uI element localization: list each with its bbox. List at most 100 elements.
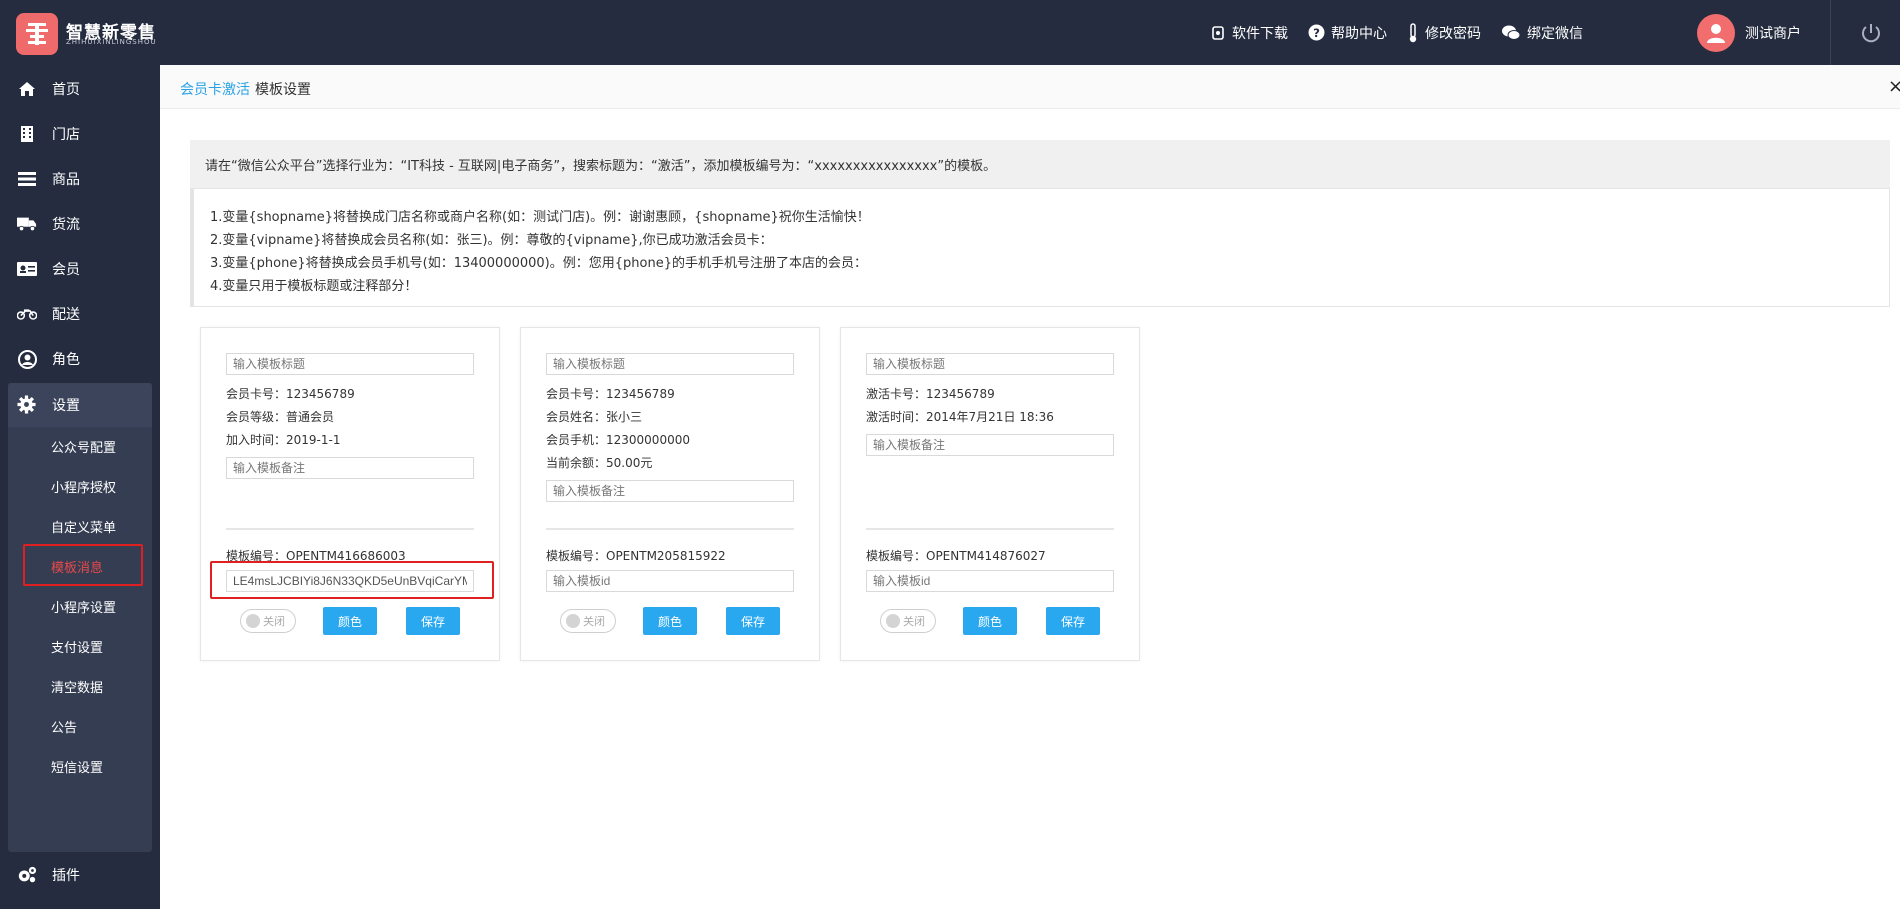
card-field-line: 加入时间：2019-1-1 — [226, 433, 341, 447]
logout-button[interactable] — [1860, 22, 1882, 48]
variable-tips: 1.变量{shopname}将替换成门店名称或商户名称(如：测试门店)。例：谢谢… — [190, 188, 1890, 307]
template-card-recharge: 会员卡号：123456789 会员姓名：张小三 会员手机：12300000000… — [520, 327, 820, 661]
tip-line: 2.变量{vipname}将替换成会员名称(如：张三)。例：尊敬的{vipnam… — [210, 233, 773, 248]
sub-item-sms-settings[interactable]: 短信设置 — [8, 750, 152, 782]
brand-logo[interactable] — [16, 13, 58, 55]
template-id-input[interactable] — [866, 570, 1114, 592]
breadcrumb: 会员卡激活 模板设置 — [160, 65, 1900, 109]
template-title-input[interactable] — [866, 353, 1114, 375]
user-name: 测试商户 — [1745, 26, 1801, 42]
sidebar-item-store[interactable]: 门店 — [0, 112, 160, 156]
sidebar-item-label: 会员 — [52, 262, 80, 278]
download-label: 软件下载 — [1232, 25, 1288, 42]
template-number: 模板编号：OPENTM414876027 — [866, 549, 1046, 563]
tip-line: 3.变量{phone}将替换成会员手机号(如：13400000000)。例：您用… — [210, 256, 867, 271]
motorcycle-icon — [17, 304, 37, 324]
sub-item-clear-data[interactable]: 清空数据 — [8, 670, 152, 702]
template-card-activation-time: 激活卡号：123456789 激活时间：2014年7月21日 18:36 模板编… — [840, 327, 1140, 661]
template-id-input[interactable] — [226, 570, 474, 592]
thermometer-icon — [1409, 22, 1417, 42]
template-id-input[interactable] — [546, 570, 794, 592]
gears-icon — [17, 865, 37, 885]
id-card-icon — [17, 259, 37, 279]
instruction-notice: 请在“微信公众平台”选择行业为：“IT科技 - 互联网|电子商务”，搜索标题为：… — [190, 140, 1890, 188]
gear-icon — [17, 395, 36, 418]
template-title-input[interactable] — [546, 353, 794, 375]
breadcrumb-parent-link[interactable]: 会员卡激活 — [180, 79, 250, 99]
color-button[interactable]: 颜色 — [963, 607, 1017, 635]
sub-item-announcement[interactable]: 公告 — [8, 710, 152, 742]
enable-toggle[interactable]: 关闭 — [560, 609, 616, 633]
sub-item-label: 模板消息 — [51, 560, 104, 576]
sidebar-item-plugins[interactable]: 插件 — [0, 853, 160, 897]
sub-item-miniapp-auth[interactable]: 小程序授权 — [8, 470, 152, 502]
save-button[interactable]: 保存 — [406, 607, 460, 635]
sidebar-item-role[interactable]: 角色 — [0, 337, 160, 381]
user-menu[interactable]: 测试商户 — [1697, 14, 1801, 52]
sidebar-item-label: 配送 — [52, 307, 80, 323]
sidebar-item-member[interactable]: 会员 — [0, 247, 160, 291]
sub-item-label: 支付设置 — [51, 640, 104, 656]
change-password-label: 修改密码 — [1425, 25, 1481, 42]
header-divider — [1830, 0, 1831, 65]
sub-item-custom-menu[interactable]: 自定义菜单 — [8, 510, 152, 542]
sub-item-label: 公告 — [51, 720, 78, 736]
bind-wechat-link[interactable]: 绑定微信 — [1501, 23, 1583, 43]
sidebar-item-settings[interactable]: 设置 — [8, 383, 152, 427]
sidebar-item-logistics[interactable]: 货流 — [0, 202, 160, 246]
toggle-knob — [886, 614, 900, 628]
sub-item-label: 小程序授权 — [51, 480, 117, 496]
toggle-knob — [246, 614, 260, 628]
template-number: 模板编号：OPENTM205815922 — [546, 549, 726, 563]
color-button[interactable]: 颜色 — [643, 607, 697, 635]
template-card-activation: 会员卡号：123456789 会员等级：普通会员 加入时间：2019-1-1 模… — [200, 327, 500, 661]
header-links: 软件下载 ? 帮助中心 修改密码 绑定微信 — [1210, 0, 1603, 65]
card-field-line: 会员等级：普通会员 — [226, 410, 335, 424]
help-link[interactable]: ? 帮助中心 — [1308, 23, 1387, 43]
card-field-line: 会员卡号：123456789 — [226, 387, 355, 401]
sidebar-item-home[interactable]: 首页 — [0, 67, 160, 111]
sidebar-item-goods[interactable]: 商品 — [0, 157, 160, 201]
bind-wechat-label: 绑定微信 — [1527, 25, 1583, 42]
tip-line: 1.变量{shopname}将替换成门店名称或商户名称(如：测试门店)。例：谢谢… — [210, 210, 870, 225]
toggle-label: 关闭 — [583, 615, 605, 628]
sidebar-item-label: 门店 — [52, 127, 80, 143]
sub-item-official-account[interactable]: 公众号配置 — [8, 430, 152, 462]
home-icon — [17, 79, 37, 99]
download-link[interactable]: 软件下载 — [1210, 23, 1288, 43]
user-circle-icon — [17, 349, 37, 369]
help-icon: ? — [1308, 24, 1325, 41]
card-field-line: 激活时间：2014年7月21日 18:36 — [866, 410, 1054, 424]
sidebar-item-label: 商品 — [52, 172, 80, 188]
sub-item-template-message[interactable]: 模板消息 — [8, 550, 152, 582]
close-tab-button[interactable]: × — [1888, 76, 1900, 97]
toggle-label: 关闭 — [903, 615, 925, 628]
sub-item-miniapp-settings[interactable]: 小程序设置 — [8, 590, 152, 622]
enable-toggle[interactable]: 关闭 — [880, 609, 936, 633]
sub-item-payment-settings[interactable]: 支付设置 — [8, 630, 152, 662]
sidebar-item-label: 角色 — [52, 352, 80, 368]
building-icon — [17, 124, 37, 144]
card-field-line: 当前余额：50.00元 — [546, 456, 653, 470]
sidebar-item-delivery[interactable]: 配送 — [0, 292, 160, 336]
card-field-line: 会员姓名：张小三 — [546, 410, 643, 424]
sidebar-item-label: 货流 — [52, 217, 80, 233]
color-button[interactable]: 颜色 — [323, 607, 377, 635]
save-button[interactable]: 保存 — [1046, 607, 1100, 635]
template-remark-input[interactable] — [546, 480, 794, 502]
top-header: 智慧新零售 ZHIHUIXINLINGSHOU 软件下载 ? 帮助中心 修改密码… — [0, 0, 1900, 65]
save-button[interactable]: 保存 — [726, 607, 780, 635]
template-title-input[interactable] — [226, 353, 474, 375]
sub-item-label: 清空数据 — [51, 680, 104, 696]
enable-toggle[interactable]: 关闭 — [240, 609, 296, 633]
card-field-line: 会员卡号：123456789 — [546, 387, 675, 401]
download-icon — [1212, 25, 1224, 40]
sidebar-item-label: 首页 — [52, 82, 80, 98]
template-remark-input[interactable] — [866, 434, 1114, 456]
sub-item-label: 小程序设置 — [51, 600, 117, 616]
change-password-link[interactable]: 修改密码 — [1407, 22, 1481, 43]
user-avatar-icon — [1707, 24, 1725, 43]
avatar — [1697, 14, 1735, 52]
tip-line: 4.变量只用于模板标题或注释部分！ — [210, 279, 418, 294]
template-remark-input[interactable] — [226, 457, 474, 479]
